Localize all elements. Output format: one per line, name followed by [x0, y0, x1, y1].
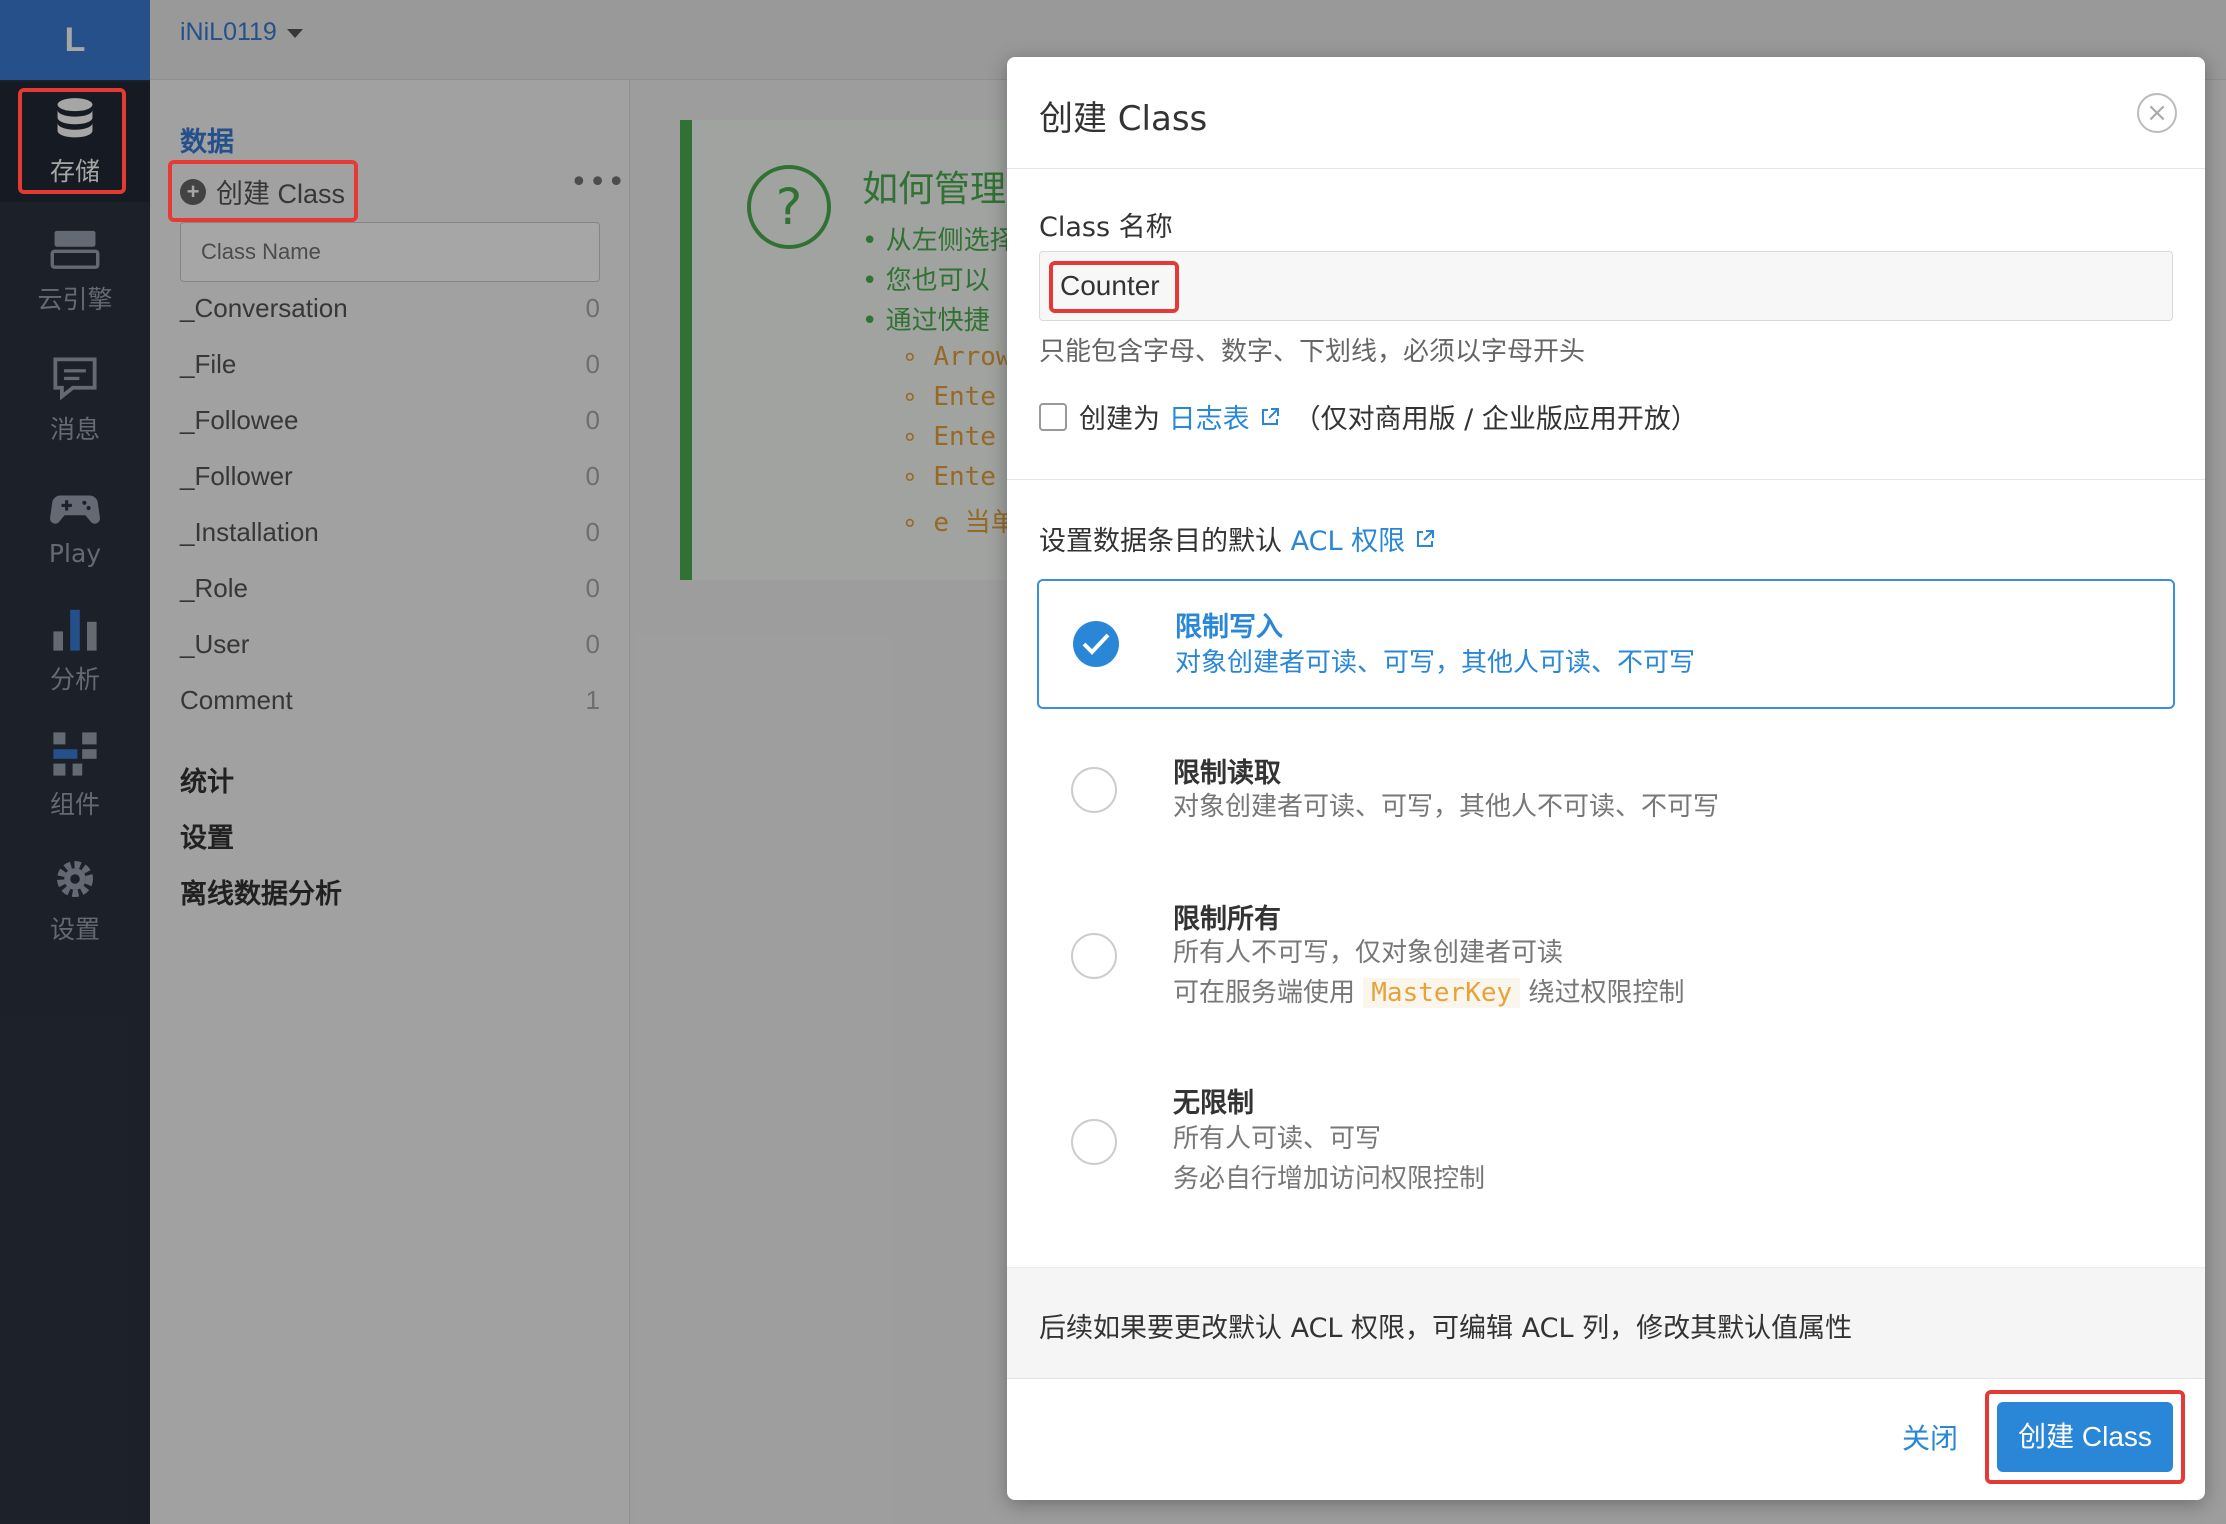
- log-table-checkbox[interactable]: [1039, 402, 1067, 431]
- radio-icon[interactable]: [1071, 767, 1117, 813]
- acl-link[interactable]: ACL 权限: [1291, 519, 1405, 558]
- option-desc: 所有人不可写，仅对象创建者可读: [1173, 938, 1564, 968]
- log-suffix: （仅对商用版 / 企业版应用开放）: [1293, 404, 1698, 435]
- divider: [1007, 479, 2205, 480]
- acl-option-restrict-all[interactable]: 限制所有 所有人不可写，仅对象创建者可读 可在服务端使用 MasterKey 绕…: [1037, 871, 2175, 1041]
- option-desc: 务必自行增加访问权限控制: [1173, 1164, 1486, 1194]
- acl-title-text: 设置数据条目的默认: [1039, 526, 1282, 557]
- option-title: 无限制: [1173, 1088, 1254, 1119]
- external-link-icon: [1417, 529, 1435, 547]
- modal-header: 创建 Class ×: [1007, 57, 2205, 169]
- radio-icon[interactable]: [1071, 1119, 1117, 1165]
- option-title: 限制读取: [1173, 758, 1281, 789]
- external-link-icon: [1261, 407, 1279, 425]
- modal-title: 创建 Class: [1039, 99, 1208, 139]
- acl-option-unrestricted[interactable]: 无限制 所有人可读、可写 务必自行增加访问权限控制: [1037, 1057, 2175, 1227]
- acl-note: 后续如果要更改默认 ACL 权限，可编辑 ACL 列，修改其默认值属性: [1039, 1313, 1853, 1344]
- acl-option-restrict-read[interactable]: 限制读取 对象创建者可读、可写，其他人不可读、不可写: [1037, 725, 2175, 855]
- acl-note-bar: 后续如果要更改默认 ACL 权限，可编辑 ACL 列，修改其默认值属性: [1007, 1267, 2205, 1379]
- close-button[interactable]: 关闭: [1902, 1417, 1958, 1457]
- log-table-option: 创建为 日志表 （仅对商用版 / 企业版应用开放）: [1039, 397, 1698, 436]
- acl-title: 设置数据条目的默认 ACL 权限: [1039, 519, 1449, 558]
- option-desc: 可在服务端使用 MasterKey 绕过权限控制: [1173, 978, 1685, 1008]
- create-class-modal: 创建 Class × Class 名称 只能包含字母、数字、下划线，必须以字母开…: [1007, 57, 2205, 1500]
- class-name-hint: 只能包含字母、数字、下划线，必须以字母开头: [1039, 337, 1586, 367]
- close-icon[interactable]: ×: [2137, 93, 2177, 133]
- radio-icon[interactable]: [1071, 933, 1117, 979]
- option-desc: 对象创建者可读、可写，其他人可读、不可写: [1175, 648, 1696, 678]
- option-desc: 对象创建者可读、可写，其他人不可读、不可写: [1173, 792, 1720, 822]
- radio-checked-icon[interactable]: [1073, 621, 1119, 667]
- log-prefix: 创建为: [1079, 404, 1160, 435]
- class-name-input[interactable]: [1039, 251, 2173, 321]
- log-table-link[interactable]: 日志表: [1169, 397, 1250, 436]
- option-title: 限制写入: [1175, 612, 1283, 643]
- acl-option-restrict-write[interactable]: 限制写入 对象创建者可读、可写，其他人可读、不可写: [1037, 579, 2175, 709]
- class-name-label: Class 名称: [1039, 212, 1173, 243]
- option-desc: 所有人可读、可写: [1173, 1124, 1382, 1154]
- masterkey-code: MasterKey: [1363, 978, 1521, 1008]
- create-class-button[interactable]: 创建 Class: [1997, 1402, 2173, 1472]
- option-title: 限制所有: [1173, 904, 1281, 935]
